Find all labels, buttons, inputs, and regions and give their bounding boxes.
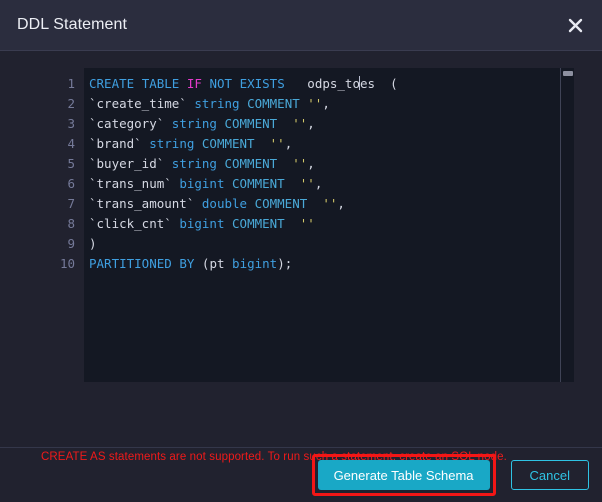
line-number: 1 bbox=[67, 76, 75, 91]
line-number: 3 bbox=[67, 116, 75, 131]
generate-table-schema-button[interactable]: Generate Table Schema bbox=[317, 460, 490, 490]
line-number: 7 bbox=[67, 196, 75, 211]
code-line-8: `click_cnt` bigint COMMENT '' bbox=[89, 216, 315, 231]
scrollbar-thumb[interactable] bbox=[563, 71, 573, 76]
code-line-7: `trans_amount` double COMMENT '', bbox=[89, 196, 345, 211]
cancel-button[interactable]: Cancel bbox=[510, 460, 589, 490]
code-area[interactable]: CREATE TABLE IF NOT EXISTS odps_toes ( `… bbox=[84, 68, 574, 382]
line-number: 9 bbox=[67, 236, 75, 251]
line-number: 5 bbox=[67, 156, 75, 171]
vertical-scrollbar[interactable] bbox=[560, 68, 574, 382]
dialog-footer: Generate Table Schema Cancel bbox=[0, 447, 602, 502]
table-name-before-caret: odps_to bbox=[307, 76, 360, 91]
page-title: DDL Statement bbox=[17, 16, 128, 33]
code-line-5: `buyer_id` string COMMENT '', bbox=[89, 156, 315, 171]
code-line-3: `category` string COMMENT '', bbox=[89, 116, 315, 131]
code-line-6: `trans_num` bigint COMMENT '', bbox=[89, 176, 323, 191]
line-number: 6 bbox=[67, 176, 75, 191]
code-line-9: ) bbox=[89, 236, 97, 251]
close-icon[interactable] bbox=[562, 12, 588, 38]
code-line-1: CREATE TABLE IF NOT EXISTS odps_toes ( bbox=[89, 76, 398, 91]
primary-button-highlight: Generate Table Schema bbox=[311, 454, 496, 496]
dialog-header: DDL Statement bbox=[0, 0, 602, 51]
ddl-code-editor[interactable]: 1 2 3 4 5 6 7 8 9 10 CREATE TABLE IF NOT… bbox=[28, 68, 574, 382]
code-line-2: `create_time` string COMMENT '', bbox=[89, 96, 330, 111]
table-name-after-caret: es bbox=[359, 76, 376, 91]
line-number-gutter: 1 2 3 4 5 6 7 8 9 10 bbox=[28, 68, 84, 382]
code-line-10: PARTITIONED BY (pt bigint); bbox=[89, 256, 293, 271]
code-line-4: `brand` string COMMENT '', bbox=[89, 136, 293, 151]
line-number: 4 bbox=[67, 136, 75, 151]
line-number: 2 bbox=[67, 96, 75, 111]
line-number: 8 bbox=[67, 216, 75, 231]
dialog-body: 1 2 3 4 5 6 7 8 9 10 CREATE TABLE IF NOT… bbox=[0, 51, 602, 463]
ddl-statement-dialog: DDL Statement 1 2 3 4 5 6 7 8 9 10 CREAT… bbox=[0, 0, 602, 502]
line-number: 10 bbox=[59, 256, 75, 271]
